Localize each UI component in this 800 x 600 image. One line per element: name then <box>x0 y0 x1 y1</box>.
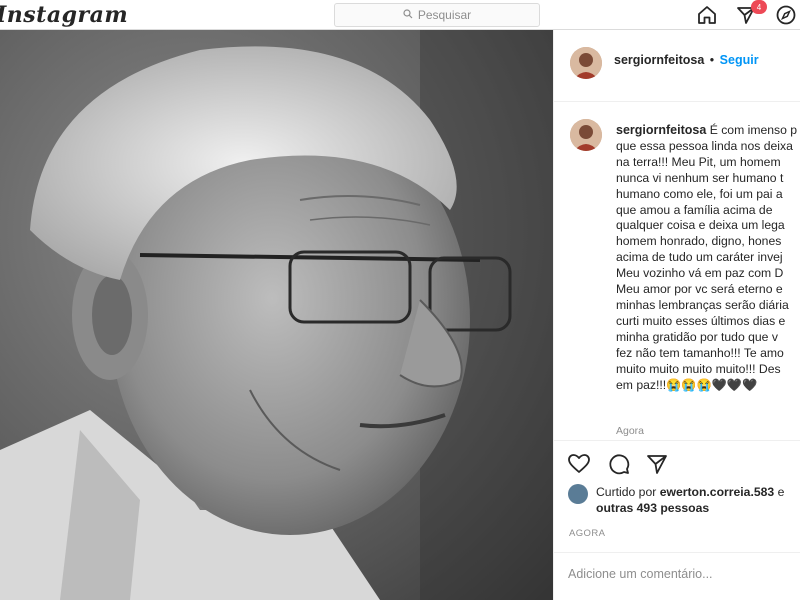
caption-line: que essa pessoa linda nos deixa <box>616 138 793 153</box>
search-placeholder: Pesquisar <box>417 8 472 22</box>
avatar[interactable] <box>570 47 602 79</box>
caption-timestamp: Agora <box>616 425 645 437</box>
comment-icon[interactable] <box>606 451 632 477</box>
caption-area: sergiornfeitosa É com imenso p que essa … <box>554 103 800 438</box>
post-actions <box>554 440 800 484</box>
search-box[interactable]: Pesquisar <box>334 3 540 27</box>
share-icon[interactable] <box>644 451 670 477</box>
caption-line: Meu vozinho vá em paz com D <box>616 266 784 281</box>
home-icon[interactable] <box>695 3 719 27</box>
caption-line: Meu amor por vc será eterno e <box>616 282 783 297</box>
caption-line: minhas lembranças serão diária <box>616 297 789 312</box>
caption-line: homem honrado, digno, hones <box>616 234 782 249</box>
caption-line: acima de tudo um caráter invej <box>616 250 783 265</box>
follow-button[interactable]: Seguir <box>720 53 759 67</box>
caption-username[interactable]: sergiornfeitosa <box>616 123 706 137</box>
caption-line: na terra!!! Meu Pit, um homem <box>616 154 781 169</box>
caption-line: humano como ele, foi um pai a <box>616 186 783 201</box>
header-user-line: sergiornfeitosa • Seguir <box>614 53 759 67</box>
compass-icon[interactable] <box>774 3 798 27</box>
post-side-panel: sergiornfeitosa • Seguir sergiornfeitosa… <box>553 30 800 600</box>
post-header: sergiornfeitosa • Seguir <box>554 30 800 102</box>
caption-line: sergiornfeitosa É com imenso p <box>616 123 800 139</box>
post-timestamp: AGORA <box>569 528 606 539</box>
caption-line: qualquer coisa e deixa um lega <box>616 218 785 233</box>
caption-line: que amou a família acima de <box>616 202 773 217</box>
post-username[interactable]: sergiornfeitosa <box>614 53 704 67</box>
caption-line: minha gratidão por tudo que v <box>616 329 778 344</box>
likes-and: e <box>777 485 785 499</box>
comment-box <box>554 552 800 600</box>
separator-dot: • <box>709 53 715 67</box>
likes-prefix: Curtido por <box>596 485 657 499</box>
likes-text: Curtido por ewerton.correia.583 e outras… <box>596 484 784 516</box>
caption-line: curti muito esses últimos dias e <box>616 313 786 328</box>
caption-line: muito muito muito muito!!! Des <box>616 361 781 376</box>
caption-line: em paz!!!😭😭😭🖤🖤🖤 <box>616 377 758 392</box>
notification-badge: 4 <box>751 0 767 14</box>
caption-line: nunca vi nenhum ser humano t <box>616 170 784 185</box>
comment-input[interactable] <box>568 567 788 581</box>
heart-icon[interactable] <box>566 451 592 477</box>
search-icon <box>403 6 413 24</box>
post-photo[interactable] <box>0 30 553 600</box>
post-image <box>0 30 553 600</box>
caption-line: fez não tem tamanho!!! Te amo <box>616 345 784 360</box>
instagram-logo[interactable]: Instagram <box>0 2 128 28</box>
top-navigation-bar: Instagram Pesquisar 4 <box>0 0 800 30</box>
likes-others-link[interactable]: outras 493 pessoas <box>596 501 709 515</box>
caption-avatar[interactable] <box>570 119 602 151</box>
caption-text: É com imenso p <box>709 123 798 137</box>
liker-avatar[interactable] <box>568 484 588 504</box>
post-caption: sergiornfeitosa É com imenso p que essa … <box>616 123 800 393</box>
liker-username[interactable]: ewerton.correia.583 <box>660 485 774 499</box>
likes-summary: Curtido por ewerton.correia.583 e outras… <box>568 482 800 522</box>
